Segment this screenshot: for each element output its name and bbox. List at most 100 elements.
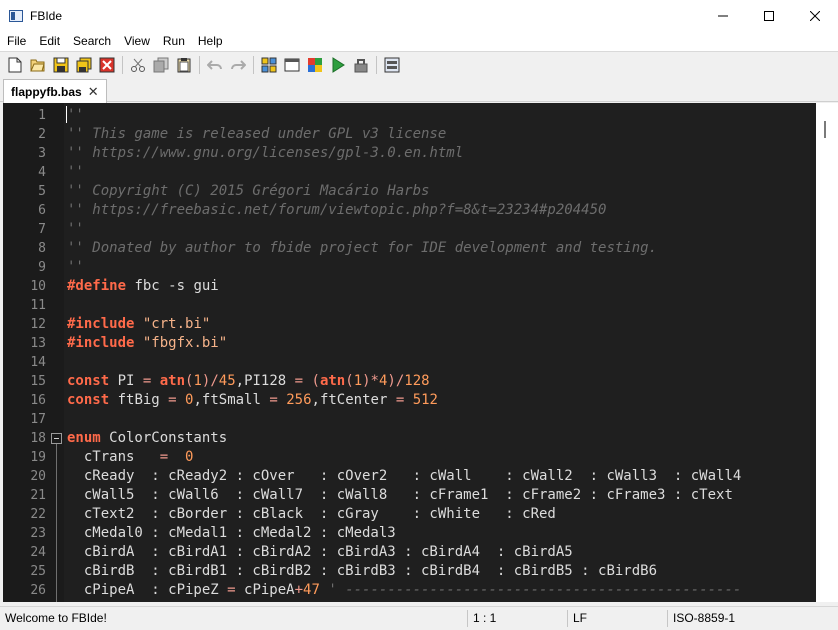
undo-icon bbox=[206, 57, 223, 73]
code-token: const bbox=[67, 373, 110, 389]
copy-button[interactable] bbox=[149, 54, 172, 76]
undo-button[interactable] bbox=[203, 54, 226, 76]
code-token: 1 bbox=[353, 373, 363, 389]
menu-run[interactable]: Run bbox=[156, 31, 191, 51]
settings-button[interactable] bbox=[380, 54, 403, 76]
fold-margin bbox=[50, 103, 64, 602]
line-number: 20 bbox=[30, 469, 46, 484]
paste-button[interactable] bbox=[172, 54, 195, 76]
code-token: cMedal0 : cMedal1 : cMedal2 : cMedal3 bbox=[67, 525, 396, 541]
tab-flappyfb[interactable]: flappyfb.bas ✕ bbox=[3, 79, 107, 103]
code-token: ,PI128 bbox=[235, 373, 295, 389]
code-token: ' --------------------------------------… bbox=[319, 582, 742, 598]
code-line: '' bbox=[67, 163, 84, 182]
code-token: cWall5 : cWall6 : cWall7 : cWall8 : cFra… bbox=[67, 487, 733, 503]
line-number: 13 bbox=[30, 336, 46, 351]
redo-button[interactable] bbox=[226, 54, 249, 76]
code-line: '' https://www.gnu.org/licenses/gpl-3.0.… bbox=[67, 144, 463, 163]
code-token: cBirdB : cBirdB1 : cBirdB2 : cBirdB3 : c… bbox=[67, 563, 658, 579]
minimize-icon bbox=[718, 15, 728, 16]
line-number: 17 bbox=[30, 412, 46, 427]
output-button[interactable] bbox=[280, 54, 303, 76]
code-token: PI bbox=[109, 373, 143, 389]
code-token: cReady : cReady2 : cOver : cOver2 : cWal… bbox=[67, 468, 742, 484]
compile-run-button[interactable] bbox=[349, 54, 372, 76]
code-token: cTrans bbox=[67, 449, 160, 465]
code-token: + bbox=[294, 582, 304, 598]
code-token: #include bbox=[67, 335, 135, 351]
code-token: atn bbox=[319, 373, 346, 389]
new-file-button[interactable] bbox=[3, 54, 26, 76]
copy-icon bbox=[153, 57, 169, 73]
minimize-button[interactable] bbox=[700, 0, 746, 31]
code-line: '' This game is released under GPL v3 li… bbox=[67, 125, 446, 144]
line-number: 5 bbox=[38, 184, 46, 199]
code-token: 45 bbox=[218, 373, 236, 389]
menu-help[interactable]: Help bbox=[191, 31, 229, 51]
close-window-button[interactable] bbox=[792, 0, 838, 31]
code-token: = bbox=[269, 392, 278, 408]
sub-list-button[interactable] bbox=[257, 54, 280, 76]
menu-search[interactable]: Search bbox=[66, 31, 117, 51]
compile-button[interactable] bbox=[303, 54, 326, 76]
code-token: 256 bbox=[286, 392, 312, 408]
code-token: )* bbox=[362, 373, 379, 389]
code-token: #include bbox=[67, 316, 135, 332]
menu-file[interactable]: File bbox=[0, 31, 32, 51]
code-line: cBirdB : cBirdB1 : cBirdB2 : cBirdB3 : c… bbox=[67, 562, 657, 581]
fold-toggle-icon[interactable] bbox=[51, 433, 62, 444]
code-token: '' https://www.gnu.org/licenses/gpl-3.0.… bbox=[67, 145, 464, 161]
line-number: 23 bbox=[30, 526, 46, 541]
code-token: '' bbox=[67, 221, 84, 237]
line-number: 26 bbox=[30, 583, 46, 598]
code-token: cText2 : cBorder : cBlack : cGray : cWhi… bbox=[67, 506, 556, 522]
code-line: #include "crt.bi" bbox=[67, 315, 210, 334]
code-token: cPipeA bbox=[235, 582, 295, 598]
line-number: 7 bbox=[38, 222, 46, 237]
compile-icon bbox=[307, 57, 323, 73]
line-number: 10 bbox=[30, 279, 46, 294]
code-token: 0 bbox=[185, 449, 194, 465]
tab-close-icon[interactable]: ✕ bbox=[88, 84, 99, 100]
line-number: 9 bbox=[38, 260, 46, 275]
open-file-button[interactable] bbox=[26, 54, 49, 76]
cut-button[interactable] bbox=[126, 54, 149, 76]
scrollbar-thumb[interactable] bbox=[824, 121, 826, 138]
line-number: 14 bbox=[30, 355, 46, 370]
menu-edit[interactable]: Edit bbox=[32, 31, 66, 51]
toolbar bbox=[0, 51, 838, 77]
code-editor[interactable]: 1 '' 2 '' This game is released under GPL v… bbox=[3, 103, 816, 602]
code-token: "fbgfx.bi" bbox=[142, 335, 228, 351]
code-line: cReady : cReady2 : cOver : cOver2 : cWal… bbox=[67, 467, 741, 486]
run-icon bbox=[330, 56, 346, 73]
code-token: ( bbox=[303, 373, 320, 389]
save-button[interactable] bbox=[49, 54, 72, 76]
save-all-button[interactable] bbox=[72, 54, 95, 76]
code-token: ftBig bbox=[109, 392, 169, 408]
window-title: FBIde bbox=[30, 8, 63, 23]
code-line: cMedal0 : cMedal1 : cMedal2 : cMedal3 bbox=[67, 524, 396, 543]
sub-list-icon bbox=[261, 57, 277, 73]
run-button[interactable] bbox=[326, 54, 349, 76]
menu-view[interactable]: View bbox=[117, 31, 156, 51]
code-line: const PI = atn(1)/45,PI128 = (atn(1)*4)/… bbox=[67, 372, 430, 391]
line-number: 16 bbox=[30, 393, 46, 408]
tab-label: flappyfb.bas bbox=[11, 84, 82, 99]
code-token: '' Donated by author to fbide project fo… bbox=[67, 240, 658, 256]
maximize-button[interactable] bbox=[746, 0, 792, 31]
line-ending: LF bbox=[573, 611, 588, 625]
line-number: 1 bbox=[38, 108, 46, 123]
code-token: )/ bbox=[387, 373, 405, 389]
app-icon bbox=[9, 9, 23, 22]
settings-icon bbox=[384, 57, 400, 73]
code-line: '' bbox=[67, 258, 84, 277]
code-line: enum ColorConstants bbox=[67, 429, 227, 448]
line-number: 15 bbox=[30, 374, 46, 389]
line-number: 21 bbox=[30, 488, 46, 503]
code-line: cText2 : cBorder : cBlack : cGray : cWhi… bbox=[67, 505, 556, 524]
code-token: = bbox=[168, 392, 177, 408]
vertical-scrollbar[interactable] bbox=[816, 103, 838, 602]
close-file-button[interactable] bbox=[95, 54, 118, 76]
